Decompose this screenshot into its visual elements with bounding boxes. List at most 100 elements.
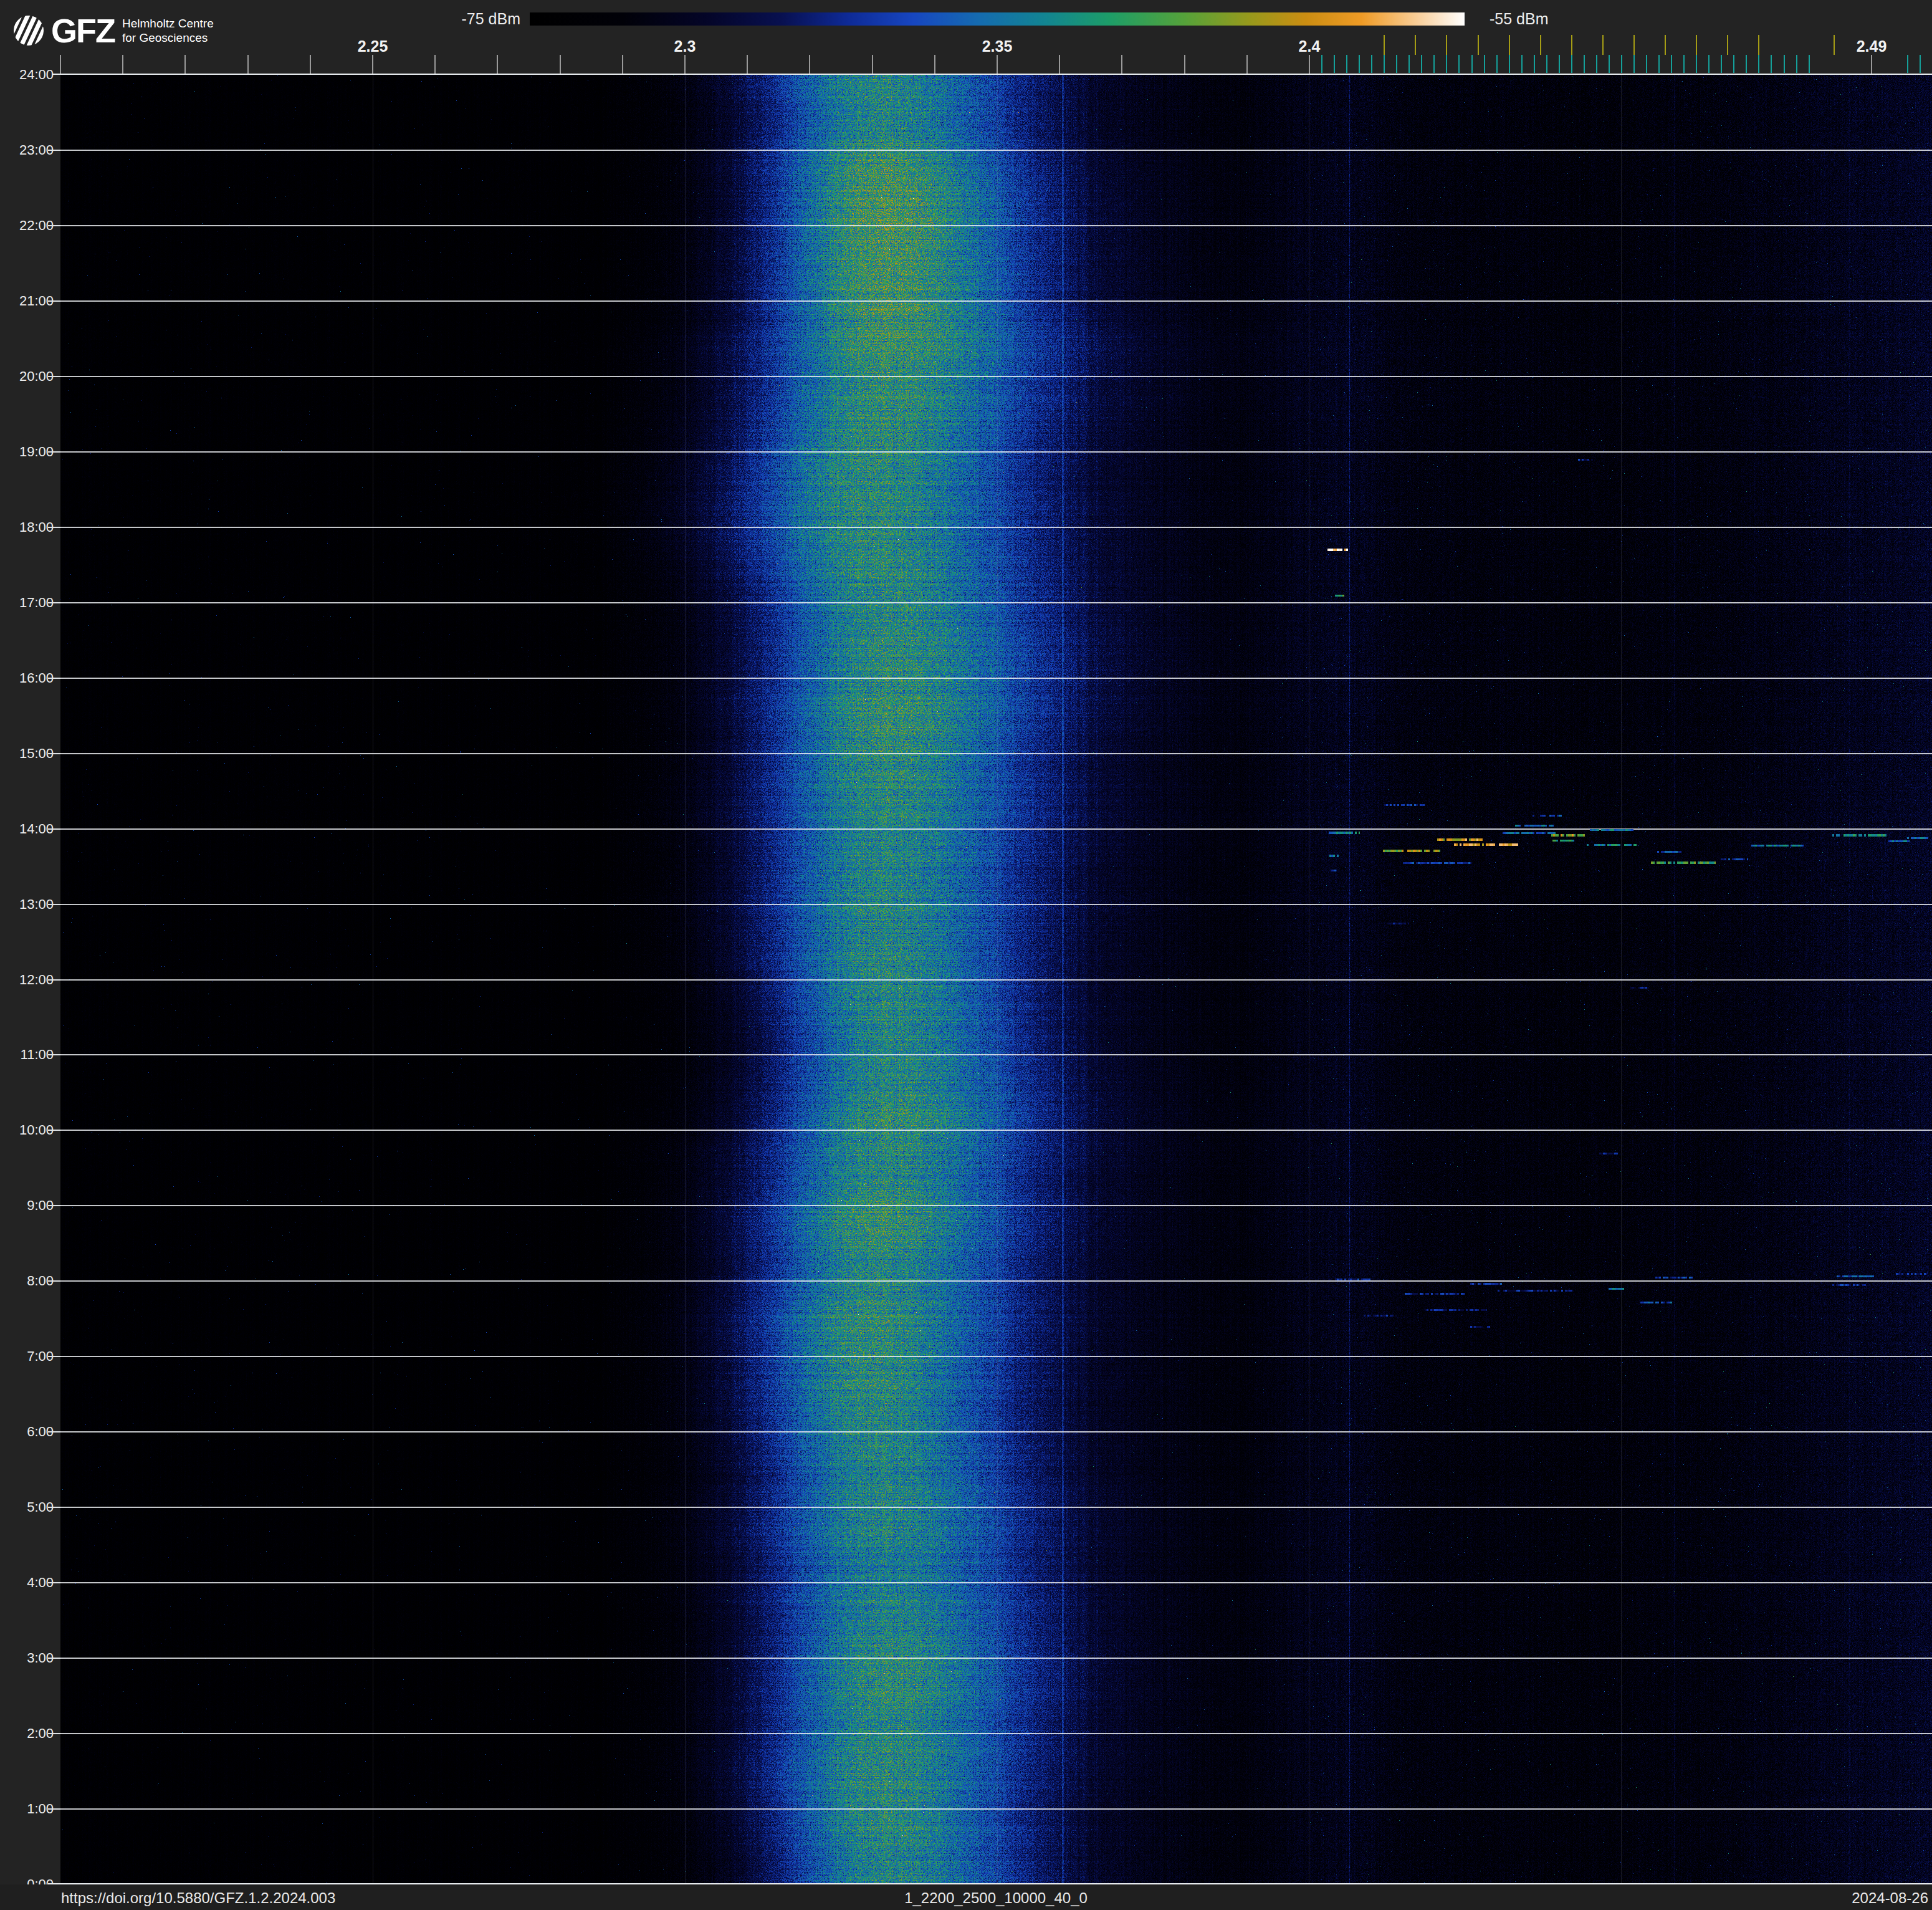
freq-minor-tick bbox=[434, 55, 436, 74]
footer-bar: https://doi.org/10.5880/GFZ.1.2.2024.003… bbox=[0, 1884, 1932, 1910]
brand-subtitle: Helmholtz Centre for Geosciences bbox=[122, 16, 214, 45]
freq-minor-tick bbox=[1121, 55, 1122, 74]
hour-label: 15:00 bbox=[4, 745, 54, 762]
hour-label: 6:00 bbox=[4, 1423, 54, 1441]
freq-minor-tick bbox=[747, 55, 748, 74]
wifi-channel-tick bbox=[1834, 35, 1835, 55]
ble-channel-tick bbox=[1571, 55, 1572, 73]
hour-label: 10:00 bbox=[4, 1121, 54, 1139]
hour-label: 20:00 bbox=[4, 368, 54, 385]
ble-channel-tick bbox=[1559, 55, 1560, 73]
hour-tick bbox=[48, 1808, 60, 1810]
hour-label: 1:00 bbox=[4, 1800, 54, 1818]
hour-label: 22:00 bbox=[4, 217, 54, 234]
hour-label: 21:00 bbox=[4, 292, 54, 310]
hour-tick bbox=[48, 376, 60, 377]
freq-minor-tick bbox=[497, 55, 498, 74]
hour-label: 2:00 bbox=[4, 1725, 54, 1742]
hour-label: 9:00 bbox=[4, 1197, 54, 1214]
freq-minor-tick bbox=[372, 55, 373, 74]
ble-channel-tick bbox=[1471, 55, 1473, 73]
hour-tick bbox=[48, 904, 60, 905]
hour-tick bbox=[48, 1582, 60, 1583]
wifi-channel-tick bbox=[1602, 35, 1604, 55]
hour-label: 7:00 bbox=[4, 1348, 54, 1365]
hour-tick bbox=[48, 1130, 60, 1131]
hour-tick bbox=[48, 150, 60, 151]
wifi-channel-tick bbox=[1415, 35, 1416, 55]
freq-minor-tick bbox=[122, 55, 123, 74]
wifi-channel-tick bbox=[1384, 35, 1385, 55]
freq-minor-tick bbox=[622, 55, 623, 74]
ble-channel-tick bbox=[1907, 55, 1908, 73]
freq-minor-tick bbox=[684, 55, 686, 74]
wifi-channel-tick bbox=[1571, 35, 1572, 55]
freq-minor-tick bbox=[997, 55, 998, 74]
hour-label: 8:00 bbox=[4, 1272, 54, 1290]
freq-tick-label: 2.25 bbox=[358, 38, 388, 54]
hour-label: 5:00 bbox=[4, 1499, 54, 1516]
hour-label: 18:00 bbox=[4, 519, 54, 536]
colorbar-min-label: -75 dBm bbox=[399, 10, 520, 27]
spectrogram-canvas bbox=[60, 75, 1932, 1884]
ble-channel-tick bbox=[1609, 55, 1610, 73]
brand-text: GFZ bbox=[51, 11, 115, 50]
hour-label: 14:00 bbox=[4, 820, 54, 838]
freq-minor-tick bbox=[1059, 55, 1060, 74]
hour-tick bbox=[48, 979, 60, 981]
hour-tick bbox=[48, 1205, 60, 1206]
hour-tick bbox=[48, 602, 60, 603]
hour-tick bbox=[48, 678, 60, 679]
freq-tick-label: 2.4 bbox=[1299, 38, 1321, 54]
hour-tick bbox=[48, 225, 60, 226]
freq-tick-label: 2.49 bbox=[1857, 38, 1887, 54]
ble-channel-tick bbox=[1621, 55, 1622, 73]
hour-tick bbox=[48, 828, 60, 830]
hour-tick bbox=[48, 451, 60, 453]
ble-channel-tick bbox=[1496, 55, 1498, 73]
freq-minor-tick bbox=[247, 55, 249, 74]
freq-minor-tick bbox=[1246, 55, 1248, 74]
freq-minor-tick bbox=[60, 55, 61, 74]
ble-channel-tick bbox=[1809, 55, 1810, 73]
hour-tick bbox=[48, 1356, 60, 1357]
colorbar-max-label: -55 dBm bbox=[1490, 10, 1548, 27]
freq-minor-tick bbox=[872, 55, 873, 74]
freq-minor-tick bbox=[934, 55, 935, 74]
ble-channel-tick bbox=[1384, 55, 1385, 73]
gfz-globe-icon bbox=[13, 15, 44, 46]
wifi-channel-tick bbox=[1727, 35, 1728, 55]
hour-label: 4:00 bbox=[4, 1574, 54, 1591]
ble-channel-tick bbox=[1446, 55, 1447, 73]
ble-channel-tick bbox=[1433, 55, 1435, 73]
hour-label: 23:00 bbox=[4, 142, 54, 159]
ble-channel-tick bbox=[1658, 55, 1660, 73]
ble-channel-tick bbox=[1484, 55, 1485, 73]
hour-tick bbox=[48, 1280, 60, 1282]
ble-channel-tick bbox=[1521, 55, 1523, 73]
ble-channel-tick bbox=[1683, 55, 1685, 73]
hour-tick bbox=[48, 1054, 60, 1055]
hour-label: 19:00 bbox=[4, 443, 54, 461]
wifi-channel-tick bbox=[1665, 35, 1666, 55]
wifi-channel-tick bbox=[1540, 35, 1541, 55]
gfz-logo: GFZ Helmholtz Centre for Geosciences bbox=[13, 11, 214, 50]
doi-text: https://doi.org/10.5880/GFZ.1.2.2024.003 bbox=[61, 1884, 335, 1910]
plot-top-axis-line bbox=[52, 74, 1932, 75]
ble-channel-tick bbox=[1721, 55, 1722, 73]
ble-channel-tick bbox=[1534, 55, 1535, 73]
spectrogram-page: GFZ Helmholtz Centre for Geosciences -75… bbox=[0, 0, 1932, 1910]
hour-tick bbox=[48, 753, 60, 754]
hour-tick bbox=[48, 527, 60, 528]
ble-channel-tick bbox=[1509, 55, 1510, 73]
hour-label: 12:00 bbox=[4, 971, 54, 989]
ble-channel-tick bbox=[1346, 55, 1347, 73]
freq-minor-tick bbox=[1871, 55, 1872, 74]
freq-tick-label: 2.3 bbox=[674, 38, 696, 54]
ble-channel-tick bbox=[1359, 55, 1360, 73]
ble-channel-tick bbox=[1371, 55, 1372, 73]
hour-tick bbox=[48, 300, 60, 302]
ble-channel-tick bbox=[1334, 55, 1335, 73]
colorbar-gradient bbox=[530, 12, 1465, 26]
ble-channel-tick bbox=[1458, 55, 1460, 73]
